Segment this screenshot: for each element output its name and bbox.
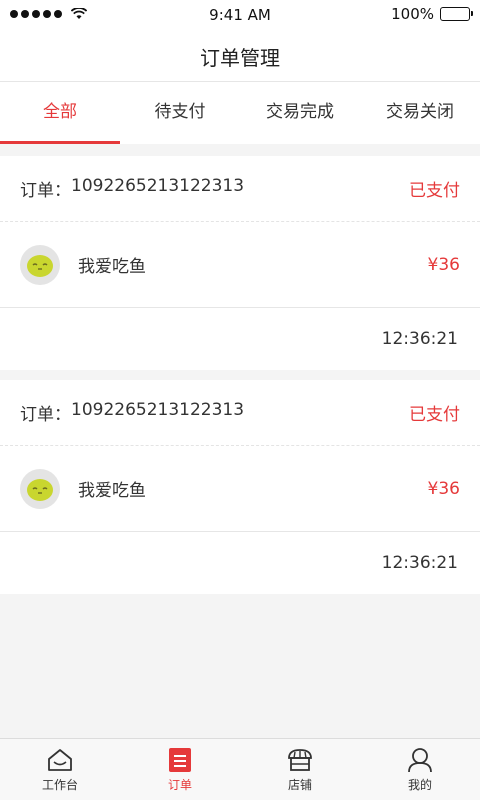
order-number: 订单： 1092265213122313	[20, 400, 244, 425]
bottom-tab-bar: 工作台 订单 店铺 我的	[0, 738, 480, 800]
order-time: 12:36:21	[381, 329, 458, 349]
shop-icon	[288, 749, 312, 771]
bottom-tab-label: 我的	[407, 778, 432, 792]
order-status: 已支付	[409, 405, 460, 425]
order-label: 订单：	[20, 405, 71, 425]
item-price: ¥36	[427, 254, 460, 275]
status-bar: 9:41 AM 100%	[0, 0, 480, 30]
tab-all[interactable]: 全部	[0, 82, 120, 144]
bottom-tab-shop[interactable]: 店铺	[240, 739, 360, 800]
avatar	[20, 244, 60, 285]
item-name: 我爱吃鱼	[78, 481, 146, 501]
tab-completed[interactable]: 交易完成	[240, 82, 360, 144]
battery-status: 100%	[391, 5, 473, 23]
order-item[interactable]: 我爱吃鱼 ¥36	[0, 446, 480, 532]
nav-bar: 订单管理	[0, 30, 480, 82]
battery-percent: 100%	[391, 5, 434, 23]
order-label: 订单：	[20, 181, 71, 201]
order-number: 订单： 1092265213122313	[20, 176, 244, 201]
page-title: 订单管理	[200, 46, 280, 70]
avatar	[20, 468, 60, 509]
order-item[interactable]: 我爱吃鱼 ¥36	[0, 222, 480, 308]
order-number-value: 1092265213122313	[71, 400, 245, 420]
smiley-icon	[27, 478, 53, 501]
bottom-tab-label: 订单	[167, 778, 192, 792]
user-icon	[408, 748, 432, 773]
smiley-icon	[27, 254, 53, 277]
bottom-tab-workbench[interactable]: 工作台	[0, 739, 120, 800]
order-icon	[169, 748, 191, 772]
order-card[interactable]: 订单： 1092265213122313 已支付 我爱吃鱼 ¥36 12:36:2…	[0, 156, 480, 370]
bottom-tab-label: 工作台	[41, 778, 78, 792]
order-card[interactable]: 订单： 1092265213122313 已支付 我爱吃鱼 ¥36 12:36:2…	[0, 380, 480, 594]
order-number-value: 1092265213122313	[71, 176, 245, 196]
order-time: 12:36:21	[381, 553, 458, 573]
order-header: 订单： 1092265213122313 已支付	[0, 380, 480, 446]
bottom-tab-mine[interactable]: 我的	[360, 739, 480, 800]
bottom-tab-label: 店铺	[287, 778, 312, 792]
order-tabs: 全部 待支付 交易完成 交易关闭	[0, 82, 480, 144]
tab-pending-payment[interactable]: 待支付	[120, 82, 240, 144]
item-price: ¥36	[427, 478, 460, 499]
item-name: 我爱吃鱼	[78, 257, 146, 277]
bottom-tab-orders[interactable]: 订单	[120, 739, 240, 800]
tab-closed[interactable]: 交易关闭	[360, 82, 480, 144]
home-icon	[48, 749, 72, 771]
battery-icon	[440, 7, 473, 21]
order-status: 已支付	[409, 181, 460, 201]
order-header: 订单： 1092265213122313 已支付	[0, 156, 480, 222]
order-list: 订单： 1092265213122313 已支付 我爱吃鱼 ¥36 12:36:2…	[0, 156, 480, 604]
